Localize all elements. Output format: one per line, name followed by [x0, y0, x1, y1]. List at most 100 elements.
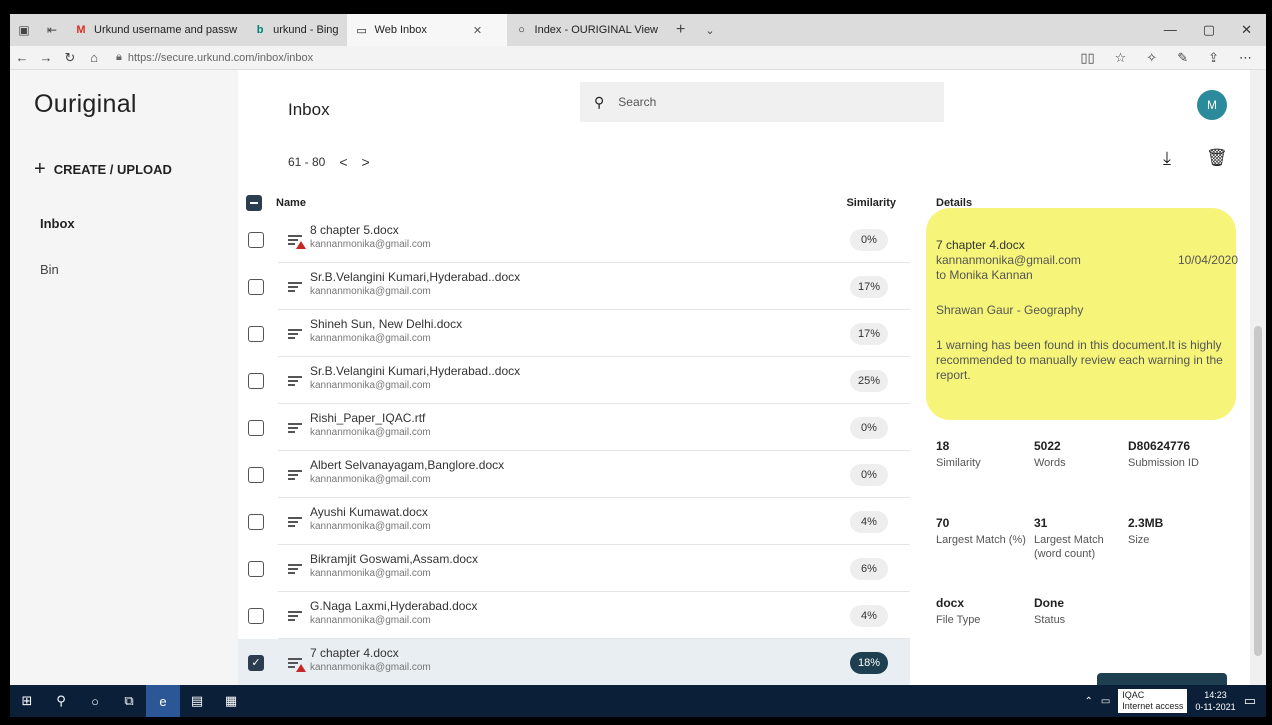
forward-icon[interactable]: →: [34, 50, 58, 65]
row-checkbox[interactable]: [248, 325, 264, 342]
network-icon[interactable]: ▭: [1101, 696, 1110, 707]
chevron-down-icon[interactable]: ⌄: [695, 24, 724, 37]
browser-tab-active[interactable]: ▭ Web Inbox ✕: [346, 14, 507, 46]
row-text: Ayushi Kumawat.docx kannanmonika@gmail.co…: [310, 505, 431, 532]
reading-view-icon[interactable]: ▯▯: [1080, 50, 1094, 66]
browser-tab[interactable]: M Urkund username and passw: [66, 14, 245, 46]
row-checkbox[interactable]: [248, 372, 264, 389]
select-all-checkbox[interactable]: [246, 195, 262, 211]
row-text: 7 chapter 4.docx kannanmonika@gmail.com: [310, 646, 431, 673]
chevron-up-icon[interactable]: ⌃: [1084, 696, 1092, 707]
tooltip-subtitle: Internet access: [1122, 701, 1184, 711]
row-checkbox[interactable]: [248, 278, 264, 295]
sidebar-item-bin[interactable]: Bin: [40, 262, 59, 277]
submitter-email: kannanmonika@gmail.com: [310, 427, 431, 438]
similarity-badge: 0%: [850, 228, 888, 251]
table-row[interactable]: G.Naga Laxmi,Hyderabad.docx kannanmonika@…: [238, 592, 910, 639]
submitter-email: kannanmonika@gmail.com: [310, 239, 431, 250]
refresh-icon[interactable]: ↻: [58, 50, 82, 66]
close-window-icon[interactable]: ✕: [1241, 22, 1252, 38]
table-row[interactable]: Shineh Sun, New Delhi.docx kannanmonika@g…: [238, 310, 910, 357]
stat-value: 70: [936, 516, 950, 530]
url-field[interactable]: 🔒︎ https://secure.urkund.com/inbox/inbox: [116, 51, 313, 64]
details-pane: Details 7 chapter 4.docx kannanmonika@gm…: [910, 70, 1250, 685]
table-row[interactable]: Sr.B.Velangini Kumari,Hyderabad..docx kan…: [238, 263, 910, 310]
table-row[interactable]: Albert Selvanayagam,Banglore.docx kannanm…: [238, 451, 910, 498]
cortana-icon[interactable]: ○: [78, 694, 112, 709]
gmail-icon: M: [76, 24, 86, 36]
close-tab-icon[interactable]: ✕: [473, 24, 482, 37]
windows-start-icon[interactable]: ⊞: [10, 693, 44, 709]
stat-label: Submission ID: [1128, 457, 1199, 469]
favorites-icon[interactable]: ✧: [1146, 50, 1157, 66]
submitter-email: kannanmonika@gmail.com: [310, 615, 431, 626]
pager: 61 - 80 < >: [288, 154, 370, 170]
minimize-icon[interactable]: —: [1164, 22, 1177, 38]
create-upload-button[interactable]: + CREATE / UPLOAD: [34, 158, 172, 181]
next-page-icon[interactable]: >: [362, 154, 370, 170]
browser-tab[interactable]: b urkund - Bing: [245, 14, 346, 46]
edge-browser-icon[interactable]: e: [146, 685, 180, 717]
row-checkbox[interactable]: [248, 513, 264, 530]
table-row[interactable]: 8 chapter 5.docx kannanmonika@gmail.com 0%: [238, 216, 910, 263]
favorite-star-icon[interactable]: ☆: [1115, 50, 1127, 66]
row-checkbox[interactable]: ✓: [248, 654, 264, 671]
inbox-list-pane: Inbox 61 - 80 < > Name Similarity 8 chap…: [238, 70, 910, 685]
table-row[interactable]: Ayushi Kumawat.docx kannanmonika@gmail.co…: [238, 498, 910, 545]
task-view-icon[interactable]: ⧉: [112, 693, 146, 709]
similarity-badge: 0%: [850, 463, 888, 486]
row-checkbox[interactable]: [248, 419, 264, 436]
prev-page-icon[interactable]: <: [339, 154, 347, 170]
row-checkbox[interactable]: [248, 607, 264, 624]
file-name: 7 chapter 4.docx: [310, 646, 399, 660]
table-row[interactable]: Bikramjit Goswami,Assam.docx kannanmonika…: [238, 545, 910, 592]
row-checkbox[interactable]: [248, 560, 264, 577]
row-checkbox[interactable]: [248, 231, 264, 248]
details-summary: 7 chapter 4.docx kannanmonika@gmail.com …: [936, 238, 1238, 383]
row-checkbox[interactable]: [248, 466, 264, 483]
scrollbar[interactable]: [1250, 70, 1266, 685]
browser-tab[interactable]: ○ Index - OURIGINAL View: [507, 14, 667, 46]
row-text: G.Naga Laxmi,Hyderabad.docx kannanmonika@…: [310, 599, 477, 626]
set-aside-tabs-icon[interactable]: ⇤: [38, 23, 66, 37]
document-icon: [288, 609, 302, 623]
share-icon[interactable]: ⇪: [1208, 50, 1219, 66]
details-doc-name: 7 chapter 4.docx: [936, 238, 1025, 252]
column-similarity[interactable]: Similarity: [846, 197, 896, 209]
table-row[interactable]: Sr.B.Velangini Kumari,Hyderabad..docx kan…: [238, 357, 910, 404]
tab-label: Web Inbox: [374, 24, 427, 36]
circle-icon: ○: [518, 24, 525, 36]
clock-date: 0-11-2021: [1195, 702, 1236, 712]
similarity-badge: 6%: [850, 557, 888, 580]
more-icon[interactable]: ⋯: [1239, 50, 1252, 66]
clock[interactable]: 14:23 0-11-2021: [1195, 689, 1235, 713]
back-icon[interactable]: ←: [10, 50, 34, 65]
submitter-email: kannanmonika@gmail.com: [310, 474, 431, 485]
table-row[interactable]: ✓ 7 chapter 4.docx kannanmonika@gmail.com 1…: [238, 639, 910, 685]
file-name: G.Naga Laxmi,Hyderabad.docx: [310, 599, 478, 613]
page-icon: ▭: [356, 24, 367, 37]
open-report-button[interactable]: [1097, 673, 1227, 685]
table-row[interactable]: Rishi_Paper_IQAC.rtf kannanmonika@gmail.c…: [238, 404, 910, 451]
search-icon[interactable]: ⚲: [44, 693, 78, 709]
home-icon[interactable]: ⌂: [82, 50, 106, 65]
search-input[interactable]: ⚲ Search: [580, 82, 944, 122]
stat-value: 2.3MB: [1128, 516, 1164, 530]
notification-icon[interactable]: ▭: [1244, 693, 1256, 709]
pen-icon[interactable]: ✎: [1177, 50, 1188, 66]
document-icon: [288, 327, 302, 341]
file-explorer-icon[interactable]: ▤: [180, 693, 214, 709]
column-name[interactable]: Name: [276, 197, 306, 209]
file-name: 8 chapter 5.docx: [310, 223, 399, 237]
maximize-icon[interactable]: ▢: [1203, 22, 1215, 38]
app-window: Ouriginal + CREATE / UPLOAD Inbox Bin In…: [10, 70, 1266, 685]
app-icon[interactable]: ▦: [214, 693, 248, 709]
tab-label: Urkund username and passw: [94, 24, 238, 36]
file-name: Albert Selvanayagam,Banglore.docx: [310, 458, 505, 472]
scrollbar-thumb[interactable]: [1254, 326, 1262, 656]
bing-icon: b: [256, 24, 264, 36]
tab-actions-icon[interactable]: ▣: [10, 23, 38, 37]
sidebar-item-inbox[interactable]: Inbox: [40, 216, 75, 231]
stat-submission-id: D80624776 Submission ID: [1128, 439, 1199, 470]
new-tab-icon[interactable]: +: [666, 21, 695, 39]
